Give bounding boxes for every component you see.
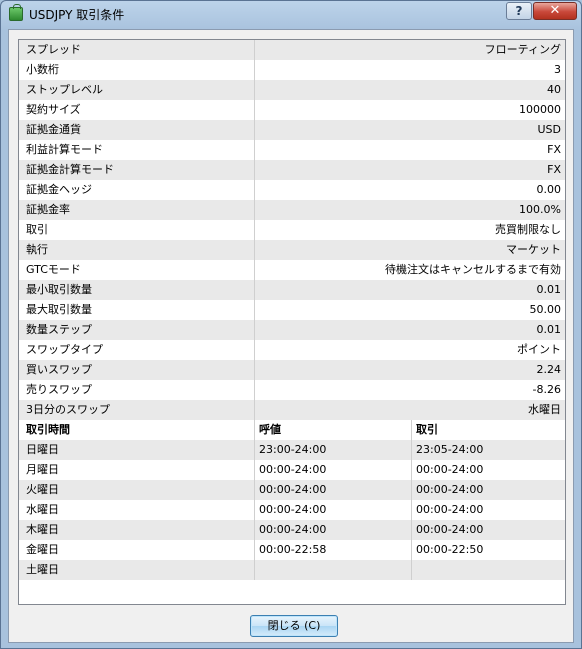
spec-row[interactable]: 最小取引数量 0.01 <box>19 280 565 300</box>
spec-label: 証拠金率 <box>19 200 255 220</box>
spec-value: 0.01 <box>536 323 562 336</box>
spec-label: 契約サイズ <box>19 100 255 120</box>
session-row[interactable]: 月曜日 00:00-24:00 00:00-24:00 <box>19 460 565 480</box>
session-quote-hours: 00:00-24:00 <box>255 460 412 480</box>
spec-label: スプレッド <box>19 40 255 60</box>
spec-row[interactable]: 取引 売買制限なし <box>19 220 565 240</box>
spec-value: 売買制限なし <box>495 223 561 236</box>
spec-label: スワップタイプ <box>19 340 255 360</box>
close-icon: ✕ <box>549 3 561 18</box>
spec-label: 最小取引数量 <box>19 280 255 300</box>
spec-row[interactable]: 買いスワップ 2.24 <box>19 360 565 380</box>
session-trade-hours <box>412 560 565 580</box>
spec-label: 執行 <box>19 240 255 260</box>
session-day: 土曜日 <box>19 560 255 580</box>
spec-label: 最大取引数量 <box>19 300 255 320</box>
session-day: 水曜日 <box>19 500 255 520</box>
spec-value: 2.24 <box>536 363 562 376</box>
spec-label: 取引 <box>19 220 255 240</box>
title-bar[interactable]: USDJPY 取引条件 ? ✕ <box>1 1 581 27</box>
spec-value: 100.0% <box>519 203 561 216</box>
session-column-header: 取引時間 <box>19 420 255 440</box>
spec-row[interactable]: 利益計算モード FX <box>19 140 565 160</box>
spec-label: 売りスワップ <box>19 380 255 400</box>
spec-label: 買いスワップ <box>19 360 255 380</box>
spec-label: 3日分のスワップ <box>19 400 255 420</box>
session-row[interactable]: 日曜日 23:00-24:00 23:05-24:00 <box>19 440 565 460</box>
session-column-header: 呼値 <box>255 420 412 440</box>
session-row[interactable]: 金曜日 00:00-22:58 00:00-22:50 <box>19 540 565 560</box>
spec-table[interactable]: スプレッド フローティング小数桁 3 ストップレベル 40 契約サイズ 100000 証拠金通… <box>18 39 566 605</box>
spec-label: 証拠金ヘッジ <box>19 180 255 200</box>
session-row[interactable]: 水曜日 00:00-24:00 00:00-24:00 <box>19 500 565 520</box>
window-close-button[interactable]: ✕ <box>533 2 577 20</box>
session-quote-hours: 23:00-24:00 <box>255 440 412 460</box>
spec-row[interactable]: 証拠金ヘッジ 0.00 <box>19 180 565 200</box>
spec-row[interactable]: スワップタイプ ポイント <box>19 340 565 360</box>
session-day: 月曜日 <box>19 460 255 480</box>
spec-row[interactable]: ストップレベル 40 <box>19 80 565 100</box>
spec-value: USD <box>537 123 561 136</box>
session-quote-hours <box>255 560 412 580</box>
session-quote-hours: 00:00-24:00 <box>255 500 412 520</box>
session-trade-hours: 00:00-24:00 <box>416 503 484 516</box>
spec-value: FX <box>547 143 561 156</box>
spec-label: ストップレベル <box>19 80 255 100</box>
session-row[interactable]: 火曜日 00:00-24:00 00:00-24:00 <box>19 480 565 500</box>
spec-label: 数量ステップ <box>19 320 255 340</box>
spec-row[interactable]: スプレッド フローティング <box>19 40 565 60</box>
session-trade-hours: 00:00-24:00 <box>416 483 484 496</box>
spec-value: フローティング <box>484 43 561 56</box>
session-trade-hours: 00:00-24:00 <box>416 463 484 476</box>
spec-row[interactable]: 証拠金計算モード FX <box>19 160 565 180</box>
spec-row[interactable]: 契約サイズ 100000 <box>19 100 565 120</box>
spec-row[interactable]: 3日分のスワップ 水曜日 <box>19 400 565 420</box>
spec-value: 40 <box>547 83 561 96</box>
spec-value: 3 <box>554 63 561 76</box>
spec-row[interactable]: 小数桁 3 <box>19 60 565 80</box>
dialog-body: スプレッド フローティング小数桁 3 ストップレベル 40 契約サイズ 100000 証拠金通… <box>8 29 574 643</box>
spec-row[interactable]: 売りスワップ -8.26 <box>19 380 565 400</box>
spec-value: 0.01 <box>536 283 562 296</box>
spec-value: ポイント <box>517 343 561 356</box>
spec-label: 証拠金計算モード <box>19 160 255 180</box>
spec-label: 小数桁 <box>19 60 255 80</box>
session-quote-hours: 00:00-22:58 <box>255 540 412 560</box>
close-dialog-button[interactable]: 閉じる (C) <box>250 615 338 637</box>
spec-label: GTCモード <box>19 260 255 280</box>
spec-row[interactable]: GTCモード 待機注文はキャンセルするまで有効 <box>19 260 565 280</box>
spec-row[interactable]: 数量ステップ 0.01 <box>19 320 565 340</box>
spec-value: 50.00 <box>529 303 562 316</box>
spec-row[interactable]: 証拠金率 100.0% <box>19 200 565 220</box>
session-day: 木曜日 <box>19 520 255 540</box>
session-quote-hours: 00:00-24:00 <box>255 480 412 500</box>
spec-value: FX <box>547 163 561 176</box>
spec-row[interactable]: 執行 マーケット <box>19 240 565 260</box>
session-trade-hours: 00:00-22:50 <box>416 543 484 556</box>
spec-value: 待機注文はキャンセルするまで有効 <box>385 263 561 276</box>
spec-label: 利益計算モード <box>19 140 255 160</box>
dialog-window: USDJPY 取引条件 ? ✕ スプレッド フローティング小数桁 3 ストップレベル 4… <box>0 0 582 649</box>
spec-label: 証拠金通貨 <box>19 120 255 140</box>
session-day: 火曜日 <box>19 480 255 500</box>
spec-row[interactable]: 最大取引数量 50.00 <box>19 300 565 320</box>
session-column-header: 取引 <box>416 423 438 436</box>
session-day: 金曜日 <box>19 540 255 560</box>
spec-value: 0.00 <box>536 183 562 196</box>
session-row[interactable]: 土曜日 <box>19 560 565 580</box>
session-trade-hours: 23:05-24:00 <box>416 443 484 456</box>
session-quote-hours: 00:00-24:00 <box>255 520 412 540</box>
window-title: USDJPY 取引条件 <box>29 8 125 22</box>
session-day: 日曜日 <box>19 440 255 460</box>
session-row[interactable]: 木曜日 00:00-24:00 00:00-24:00 <box>19 520 565 540</box>
spec-value: 100000 <box>519 103 561 116</box>
help-button[interactable]: ? <box>506 2 532 20</box>
session-trade-hours: 00:00-24:00 <box>416 523 484 536</box>
app-icon <box>9 4 23 21</box>
spec-value: マーケット <box>506 243 561 256</box>
session-header-row: 取引時間 呼値 取引 <box>19 420 565 440</box>
spec-value: 水曜日 <box>528 403 561 416</box>
spec-row[interactable]: 証拠金通貨 USD <box>19 120 565 140</box>
spec-value: -8.26 <box>532 383 561 396</box>
